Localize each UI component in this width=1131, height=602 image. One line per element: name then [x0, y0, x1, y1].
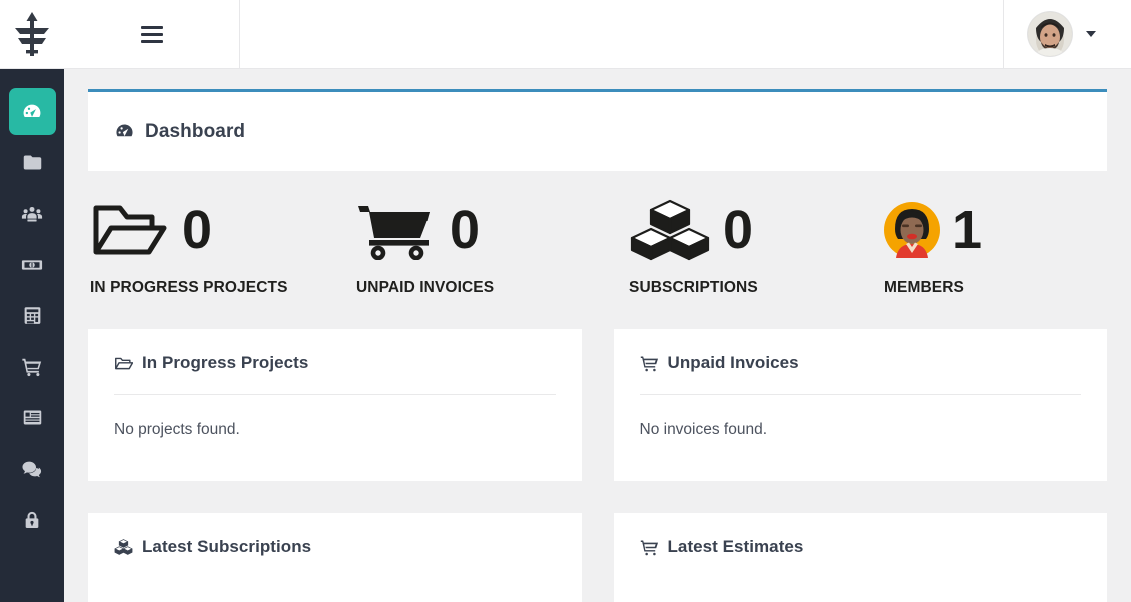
- card-empty-message: No projects found.: [114, 421, 556, 455]
- top-header-bar: [0, 0, 1131, 69]
- sidebar-item-clients[interactable]: [0, 188, 64, 239]
- stat-value: 0: [450, 203, 480, 257]
- money-bill-icon: [21, 254, 43, 276]
- sidebar-item-projects[interactable]: [0, 137, 64, 188]
- user-avatar-photo: [1028, 12, 1072, 56]
- header-spacer: [240, 0, 1003, 69]
- sidebar-item-estimates[interactable]: [0, 290, 64, 341]
- app-logo[interactable]: [0, 0, 64, 69]
- card-title: Latest Subscriptions: [142, 537, 311, 557]
- lock-icon: [22, 510, 42, 530]
- stat-label: UNPAID INVOICES: [356, 279, 629, 297]
- avatar[interactable]: [1028, 12, 1072, 56]
- dashboard-gauge-icon: [114, 121, 135, 142]
- page-title: Dashboard: [114, 121, 245, 143]
- left-sidebar-nav: [0, 69, 64, 602]
- menu-toggle-container[interactable]: [64, 0, 240, 69]
- pine-tree-logo-icon: [11, 11, 53, 57]
- cards-column-left: In Progress Projects No projects found.: [88, 329, 582, 602]
- stat-value: 0: [723, 203, 753, 257]
- main-content-area: Dashboard 0 IN PROGRESS PROJECTS: [64, 69, 1131, 602]
- card-latest-estimates: Latest Estimates: [614, 513, 1108, 602]
- card-title: Latest Estimates: [668, 537, 804, 557]
- card-header: Unpaid Invoices: [640, 353, 1082, 394]
- card-in-progress-projects: In Progress Projects No projects found.: [88, 329, 582, 481]
- card-title: In Progress Projects: [142, 353, 308, 373]
- shopping-cart-icon: [21, 356, 43, 378]
- shopping-cart-icon: [640, 354, 659, 373]
- card-header: Latest Subscriptions: [114, 537, 556, 578]
- chevron-down-icon[interactable]: [1086, 31, 1096, 37]
- cubes-icon: [629, 199, 711, 261]
- cubes-icon: [114, 538, 133, 557]
- stat-members: 1 MEMBERS: [884, 193, 1084, 297]
- stat-value: 0: [182, 203, 212, 257]
- dashboard-panel-header: Dashboard: [88, 89, 1107, 171]
- member-avatar-icon: [884, 202, 940, 258]
- card-divider: [640, 394, 1082, 395]
- sidebar-item-invoices[interactable]: [0, 392, 64, 443]
- list-table-icon: [22, 407, 43, 428]
- hamburger-menu-icon[interactable]: [141, 26, 163, 43]
- folder-outline-icon: [90, 200, 170, 260]
- card-latest-subscriptions: Latest Subscriptions: [88, 513, 582, 602]
- stat-in-progress-projects: 0 IN PROGRESS PROJECTS: [90, 193, 356, 297]
- folder-icon: [22, 152, 43, 173]
- sidebar-item-messages[interactable]: [0, 443, 64, 494]
- card-empty-message: No invoices found.: [640, 421, 1082, 455]
- card-title: Unpaid Invoices: [668, 353, 799, 373]
- stat-label: MEMBERS: [884, 279, 1084, 297]
- chat-bubbles-icon: [21, 458, 43, 480]
- card-unpaid-invoices: Unpaid Invoices No invoices found.: [614, 329, 1108, 481]
- cards-grid: In Progress Projects No projects found.: [88, 329, 1107, 602]
- shopping-cart-icon: [640, 538, 659, 557]
- open-folder-icon: [114, 354, 133, 373]
- stat-subscriptions: 0 SUBSCRIPTIONS: [629, 193, 884, 297]
- dashboard-gauge-icon: [21, 101, 43, 123]
- stat-unpaid-invoices: 0 UNPAID INVOICES: [356, 193, 629, 297]
- sidebar-item-dashboard[interactable]: [0, 86, 64, 137]
- sidebar-item-payments[interactable]: [0, 239, 64, 290]
- users-group-icon: [21, 203, 43, 225]
- card-header: Latest Estimates: [640, 537, 1082, 578]
- sidebar-item-security[interactable]: [0, 494, 64, 545]
- cards-column-right: Unpaid Invoices No invoices found. Lates…: [614, 329, 1108, 602]
- card-divider: [114, 394, 556, 395]
- user-menu[interactable]: [1003, 0, 1131, 69]
- page-title-text: Dashboard: [145, 121, 245, 143]
- calculator-grid-icon: [22, 305, 43, 326]
- stat-label: SUBSCRIPTIONS: [629, 279, 884, 297]
- shopping-cart-filled-icon: [356, 200, 438, 260]
- sidebar-item-orders[interactable]: [0, 341, 64, 392]
- card-header: In Progress Projects: [114, 353, 556, 394]
- stats-row: 0 IN PROGRESS PROJECTS 0 UNPAID INVOICES: [88, 193, 1107, 323]
- stat-value: 1: [952, 203, 982, 257]
- stat-label: IN PROGRESS PROJECTS: [90, 279, 356, 297]
